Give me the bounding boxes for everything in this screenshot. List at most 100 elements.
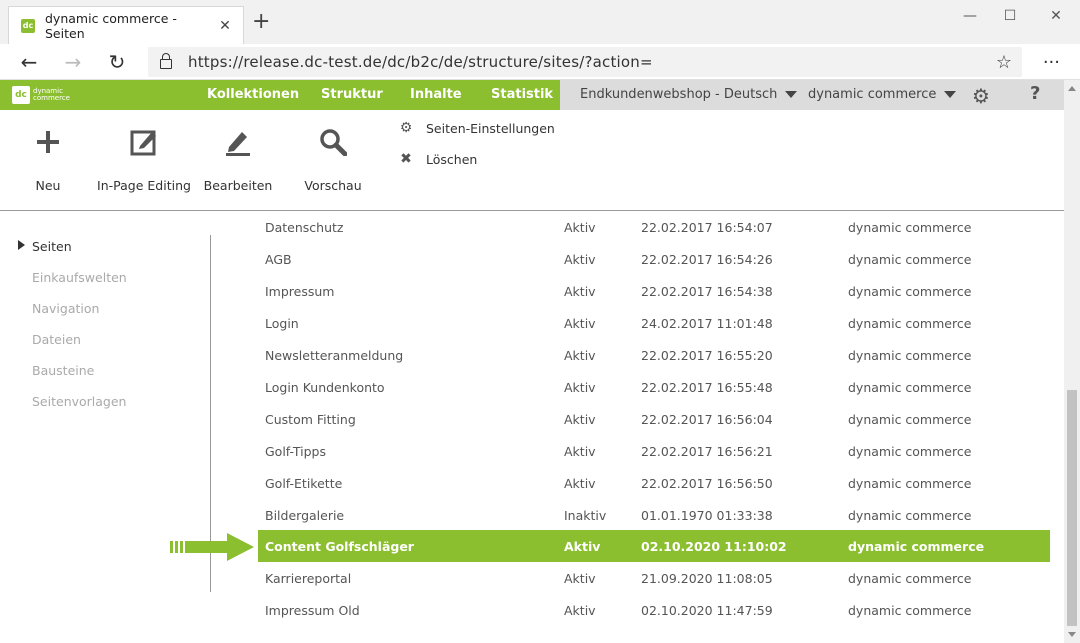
magnifier-icon [283,124,383,160]
preview-button[interactable]: Vorschau [283,124,383,193]
table-row[interactable]: Golf-Tipps Aktiv 22.02.2017 16:56:21 dyn… [258,435,1050,467]
page-author: dynamic commerce [848,251,972,267]
nav-statistik[interactable]: Statistik [491,87,553,102]
lock-icon [160,53,172,69]
chevron-down-icon [785,91,798,98]
browser-menu-button[interactable]: ··· [1043,52,1060,73]
dc-logo-icon: dc [12,86,30,104]
minimize-button[interactable]: — [955,8,985,24]
page-date: 01.01.1970 01:33:38 [641,507,773,523]
table-row[interactable]: Login Kundenkonto Aktiv 22.02.2017 16:55… [258,371,1050,403]
forward-button[interactable]: → [58,50,88,74]
dynamic-commerce-logo[interactable]: dc dynamic commerce [12,86,70,104]
scrollbar-thumb[interactable] [1067,390,1077,626]
sidebar-item-einkaufswelten[interactable]: Einkaufswelten [32,270,127,285]
new-label: Neu [35,178,61,193]
page-date: 24.02.2017 11:01:48 [641,315,773,331]
page-date: 02.10.2020 11:10:02 [641,538,787,554]
table-row[interactable]: Newsletteranmeldung Aktiv 22.02.2017 16:… [258,339,1050,371]
page-author: dynamic commerce [848,347,972,363]
pencil-icon [188,124,288,160]
page-date: 22.02.2017 16:54:38 [641,283,773,299]
browser-tab-bar: dc dynamic commerce - Seiten ✕ + — ☐ ✕ [0,0,1080,44]
new-tab-button[interactable]: + [252,11,270,33]
close-icon: ✖ [400,151,412,167]
chevron-down-icon [944,91,957,98]
page-date: 22.02.2017 16:56:04 [641,411,773,427]
table-row[interactable]: Bildergalerie Inaktiv 01.01.1970 01:33:3… [258,499,1050,531]
sidebar-item-navigation[interactable]: Navigation [32,301,99,316]
preview-label: Vorschau [304,178,362,193]
table-row[interactable]: Golf-Etikette Aktiv 22.02.2017 16:56:50 … [258,467,1050,499]
nav-struktur[interactable]: Struktur [321,87,383,102]
page-date: 22.02.2017 16:54:07 [641,219,773,235]
sidebar-item-seitenvorlagen[interactable]: Seitenvorlagen [32,394,126,409]
tab-title: dynamic commerce - Seiten [45,10,177,41]
page-status: Inaktiv [564,507,607,523]
window-close-button[interactable]: ✕ [1041,8,1071,24]
page-author: dynamic commerce [848,379,972,395]
gear-icon[interactable]: ⚙ [972,84,990,108]
highlight-arrow-icon [170,533,254,561]
shop-select[interactable]: Endkundenwebshop - Deutsch [580,87,798,102]
page-status: Aktiv [564,379,596,395]
plus-icon [0,124,98,160]
page-date: 22.02.2017 16:56:50 [641,475,773,491]
in-page-editing-label: In-Page Editing [97,178,191,193]
back-button[interactable]: ← [14,50,44,74]
scroll-down-icon[interactable] [1068,632,1076,637]
gear-icon: ⚙ [399,120,413,136]
nav-kollektionen[interactable]: Kollektionen [207,87,299,102]
page-author: dynamic commerce [848,570,972,586]
vertical-scrollbar[interactable] [1064,80,1080,643]
edit-square-icon [94,124,194,160]
page-name: Impressum Old [265,602,360,618]
url-text: https://release.dc-test.de/dc/b2c/de/str… [188,53,653,71]
table-row[interactable]: Login Aktiv 24.02.2017 11:01:48 dynamic … [258,307,1050,339]
table-row[interactable]: Karriereportal Aktiv 21.09.2020 11:08:05… [258,562,1050,594]
table-row[interactable]: Impressum Aktiv 22.02.2017 16:54:38 dyna… [258,275,1050,307]
sidebar-item-seiten[interactable]: Seiten [32,239,72,254]
page-name: Login Kundenkonto [265,379,385,395]
page-author: dynamic commerce [848,602,972,618]
table-row[interactable]: Custom Fitting Aktiv 22.02.2017 16:56:04… [258,403,1050,435]
page-settings-action[interactable]: ⚙ Seiten-Einstellungen [398,120,555,136]
shop-select-label: Endkundenwebshop - Deutsch [580,87,778,102]
user-select[interactable]: dynamic commerce [808,87,957,102]
tab-close-icon[interactable]: ✕ [213,18,237,34]
page-status: Aktiv [564,602,596,618]
delete-action[interactable]: ✖ Löschen [398,151,477,167]
nav-inhalte[interactable]: Inhalte [410,87,462,102]
page-name: Bildergalerie [265,507,345,523]
page-author: dynamic commerce [848,315,972,331]
page-date: 22.02.2017 16:54:26 [641,251,773,267]
maximize-button[interactable]: ☐ [995,8,1025,24]
sidebar-item-dateien[interactable]: Dateien [32,332,81,347]
page-author: dynamic commerce [848,538,985,554]
new-button[interactable]: Neu [0,124,98,193]
user-select-label: dynamic commerce [808,87,937,102]
in-page-editing-button[interactable]: In-Page Editing [94,124,194,193]
help-button[interactable]: ? [1030,83,1040,104]
table-row[interactable]: AGB Aktiv 22.02.2017 16:54:26 dynamic co… [258,243,1050,275]
page-status: Aktiv [564,283,596,299]
table-row[interactable]: Datenschutz Aktiv 22.02.2017 16:54:07 dy… [258,211,1050,243]
page-author: dynamic commerce [848,507,972,523]
table-row[interactable]: Impressum Old Aktiv 02.10.2020 11:47:59 … [258,594,1050,626]
page-name: Newsletteranmeldung [265,347,404,363]
page-author: dynamic commerce [848,219,972,235]
app-navigation: dc dynamic commerce Kollektionen Struktu… [0,80,1064,110]
url-field[interactable]: https://release.dc-test.de/dc/b2c/de/str… [148,47,1022,77]
delete-label: Löschen [426,151,478,167]
edit-button[interactable]: Bearbeiten [188,124,288,193]
reload-button[interactable]: ↻ [102,50,132,74]
page-name: Content Golfschläger [265,538,414,554]
browser-tab[interactable]: dc dynamic commerce - Seiten ✕ [8,6,244,44]
page-date: 21.09.2020 11:08:05 [641,570,773,586]
scroll-up-icon[interactable] [1068,86,1076,91]
page-status: Aktiv [564,570,596,586]
nav-right-panel: Endkundenwebshop - Deutsch dynamic comme… [560,80,1064,110]
table-row-selected[interactable]: Content Golfschläger Aktiv 02.10.2020 11… [258,530,1050,562]
favorite-star-icon[interactable]: ☆ [996,52,1012,73]
sidebar-item-bausteine[interactable]: Bausteine [32,363,94,378]
